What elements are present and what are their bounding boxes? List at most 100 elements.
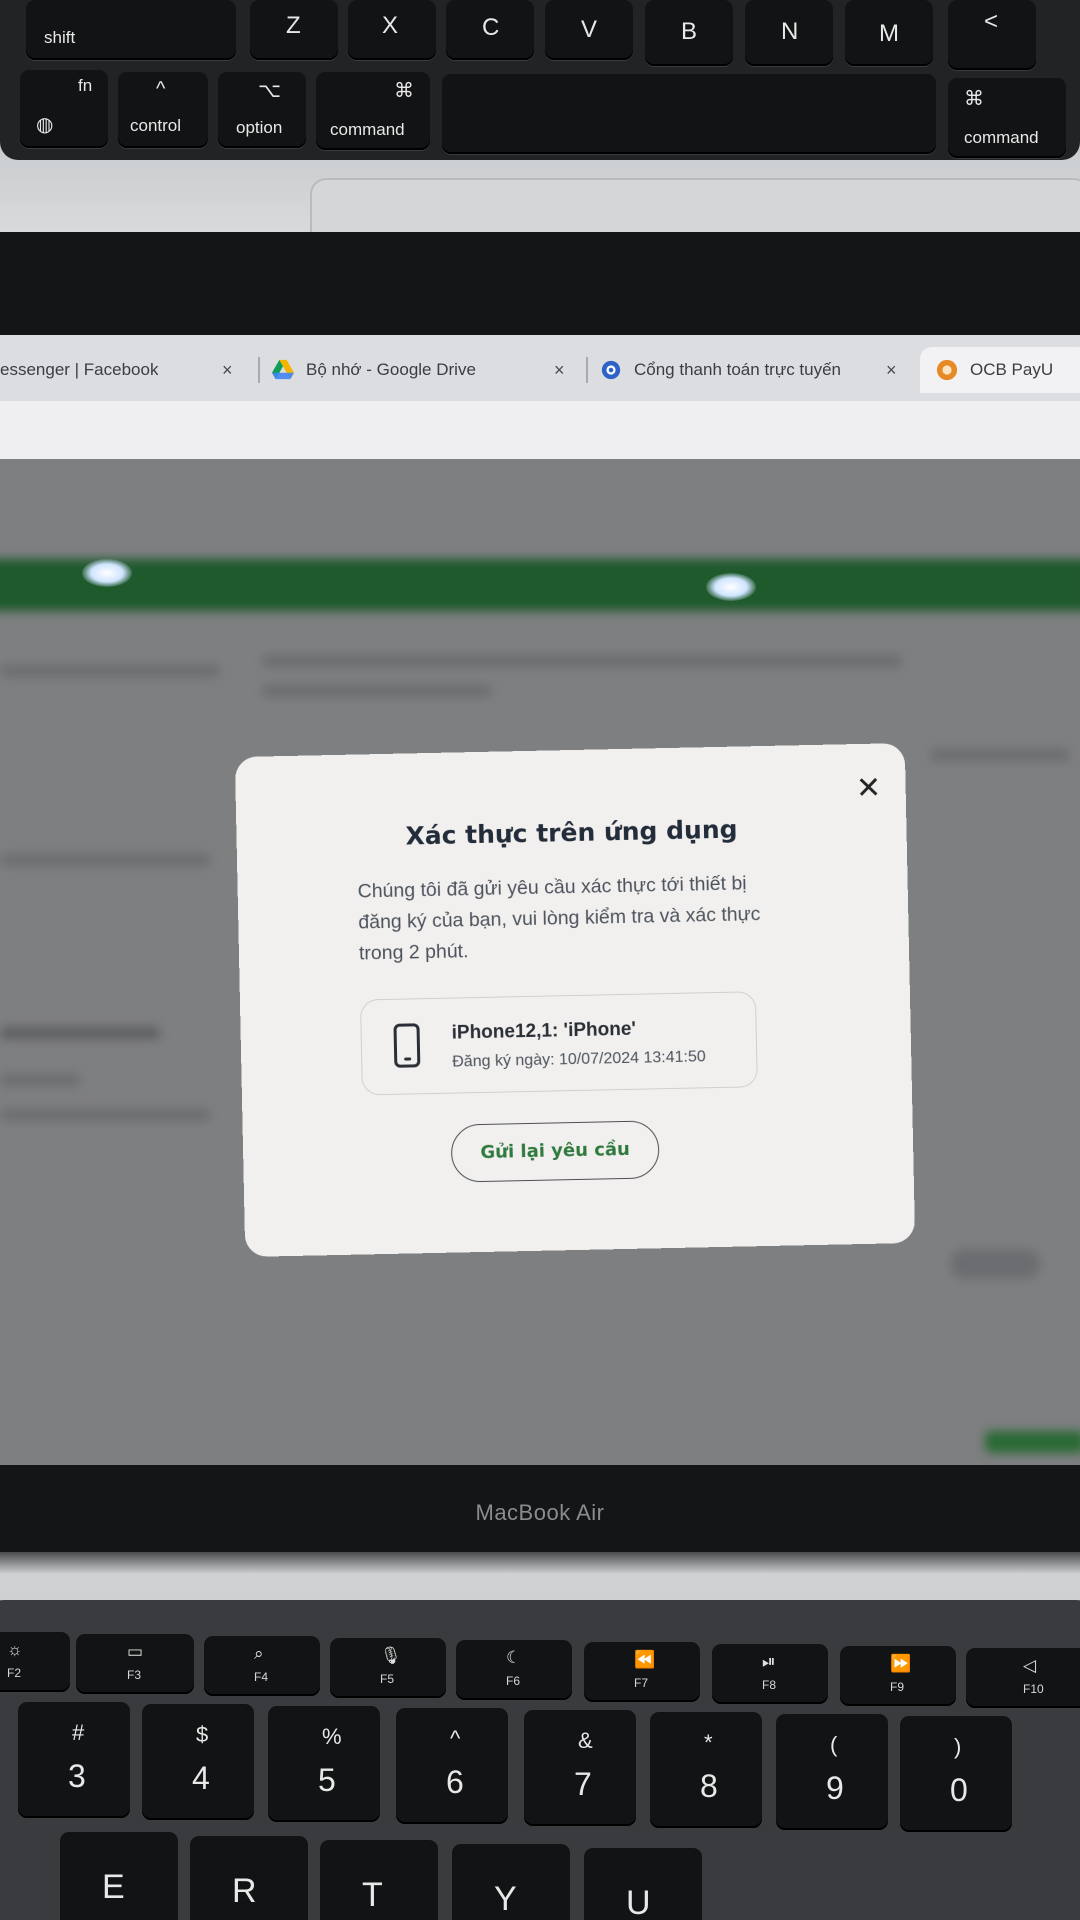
function-key-label: F9 xyxy=(890,1680,905,1694)
key-bottom-label: 6 xyxy=(446,1764,464,1800)
spacebar[interactable] xyxy=(442,74,936,154)
tab-ocb-payu[interactable]: OCB PayU xyxy=(920,347,1080,393)
f10-key[interactable]: ◁ F10 xyxy=(966,1648,1080,1708)
f2-key[interactable]: ☼ F2 xyxy=(0,1632,70,1692)
function-key-icon: ▭ xyxy=(127,1642,144,1661)
globe-symbol-icon: ◍ xyxy=(36,114,54,136)
shift-key[interactable]: shift xyxy=(26,0,236,60)
screen-reflection xyxy=(82,559,132,587)
key-top-label: $ xyxy=(196,1722,209,1747)
option-symbol-icon: ⌥ xyxy=(258,80,282,102)
device-name: iPhone12,1: 'iPhone' xyxy=(451,1018,637,1044)
resend-request-button[interactable]: Gửi lại yêu cầu xyxy=(450,1120,660,1183)
r-key[interactable]: R xyxy=(190,1836,308,1920)
key-label: N xyxy=(781,18,799,45)
key-label: command xyxy=(330,120,405,139)
blurred-text xyxy=(262,655,902,667)
f6-key[interactable]: ☾ F6 xyxy=(456,1640,572,1700)
key-6[interactable]: ^ 6 xyxy=(396,1708,508,1824)
tab-separator xyxy=(258,357,260,383)
key-7[interactable]: & 7 xyxy=(524,1710,636,1826)
function-key-icon: ⏩ xyxy=(890,1654,912,1673)
tab-google-drive[interactable]: Bộ nhớ - Google Drive × xyxy=(272,347,572,393)
option-key[interactable]: option ⌥ xyxy=(218,72,306,148)
laptop-brand-label: MacBook Air xyxy=(475,1500,605,1525)
key-label: T xyxy=(362,1876,383,1914)
control-key[interactable]: control ^ xyxy=(118,72,208,148)
close-icon[interactable]: ✕ xyxy=(853,772,884,806)
dialog-title: Xác thực trên ứng dụng xyxy=(405,814,738,851)
key-3[interactable]: #3 xyxy=(18,1702,130,1818)
page-header-bar xyxy=(0,559,1080,611)
close-icon[interactable]: × xyxy=(222,360,233,381)
command-symbol-icon: ⌘ xyxy=(394,80,414,102)
function-key-label: F6 xyxy=(506,1674,521,1688)
f4-key[interactable]: ⌕ F4 xyxy=(204,1636,320,1696)
payment-gateway-icon xyxy=(601,360,621,380)
top-keyboard: shift Z X C V B N M < fn ◍ control ^ option ⌥ command ⌘ c… xyxy=(0,0,1080,248)
key-label: option xyxy=(236,118,283,137)
device-card: iPhone12,1: 'iPhone' Đăng ký ngày: 10/07… xyxy=(359,991,758,1096)
f8-key[interactable]: ⏯ F8 xyxy=(712,1644,828,1704)
f5-key[interactable]: 🎙 F5 xyxy=(330,1638,446,1698)
key-bottom-label: 5 xyxy=(318,1762,336,1798)
function-key-label: F8 xyxy=(762,1678,777,1692)
key-label: Y xyxy=(494,1880,517,1918)
key-4[interactable]: $4 xyxy=(142,1704,254,1820)
key-label: X xyxy=(382,12,399,39)
z-key[interactable]: Z xyxy=(250,0,338,60)
c-key[interactable]: C xyxy=(446,0,534,60)
close-icon[interactable]: × xyxy=(886,360,897,381)
key-5[interactable]: % 5 xyxy=(268,1706,380,1822)
f7-key[interactable]: ⏪ F7 xyxy=(584,1642,700,1702)
tab-messenger[interactable]: essenger | Facebook × xyxy=(0,347,250,393)
comma-key[interactable]: < xyxy=(948,0,1036,70)
function-key-icon: ⏯ xyxy=(762,1652,776,1671)
command-key-right[interactable]: command ⌘ xyxy=(948,78,1066,158)
x-key[interactable]: X xyxy=(348,0,436,60)
v-key[interactable]: V xyxy=(545,0,633,60)
key-9[interactable]: (9 xyxy=(776,1714,888,1830)
command-key-left[interactable]: command ⌘ xyxy=(316,72,430,150)
keyboard-deck: shift Z X C V B N M < fn ◍ control ^ option ⌥ command ⌘ c… xyxy=(0,0,1080,160)
f3-key[interactable]: ▭ F3 xyxy=(76,1634,194,1694)
function-key-label: F7 xyxy=(634,1676,649,1690)
key-label: shift xyxy=(44,28,76,47)
ocb-payu-icon xyxy=(936,359,958,381)
screen-reflection xyxy=(706,573,756,601)
b-key[interactable]: B xyxy=(645,0,733,66)
key-bottom-label: 4 xyxy=(192,1760,210,1796)
fn-key[interactable]: fn ◍ xyxy=(20,70,108,148)
browser-toolbar xyxy=(0,401,1080,459)
dialog-description: Chúng tôi đã gửi yêu cầu xác thực tới th… xyxy=(357,872,761,965)
key-label: < xyxy=(984,8,999,35)
e-key[interactable]: E xyxy=(60,1832,178,1920)
tab-title: OCB PayU xyxy=(970,360,1054,379)
tab-title: essenger | Facebook xyxy=(0,360,159,379)
blurred-text xyxy=(0,1027,160,1039)
close-icon[interactable]: × xyxy=(554,360,565,381)
n-key[interactable]: N xyxy=(745,0,833,66)
function-key-icon: ☼ xyxy=(7,1640,23,1659)
key-8[interactable]: * 8 xyxy=(650,1712,762,1828)
blurred-text xyxy=(0,665,220,677)
key-label: fn xyxy=(78,76,93,95)
key-0[interactable]: ) 0 xyxy=(900,1716,1012,1832)
key-bottom-label: 3 xyxy=(68,1758,86,1794)
u-key[interactable]: U xyxy=(584,1848,702,1920)
key-label: Z xyxy=(286,12,301,39)
m-key[interactable]: M xyxy=(845,0,933,66)
key-label: U xyxy=(626,1884,651,1920)
tab-payment-gateway[interactable]: Cổng thanh toán trực tuyến × xyxy=(600,347,912,393)
function-key-label: F2 xyxy=(7,1666,22,1680)
y-key[interactable]: Y xyxy=(452,1844,570,1920)
key-top-label: # xyxy=(72,1720,85,1745)
t-key[interactable]: T xyxy=(320,1840,438,1920)
key-top-label: ) xyxy=(954,1734,962,1759)
f9-key[interactable]: ⏩ F9 xyxy=(840,1646,956,1706)
google-drive-icon xyxy=(272,359,294,380)
tab-title: Cổng thanh toán trực tuyến xyxy=(634,360,842,379)
tab-separator xyxy=(586,357,588,383)
function-key-label: F10 xyxy=(1023,1682,1044,1696)
browser-tab-strip: essenger | Facebook × Bộ nhớ - Google Dr… xyxy=(0,335,1080,401)
